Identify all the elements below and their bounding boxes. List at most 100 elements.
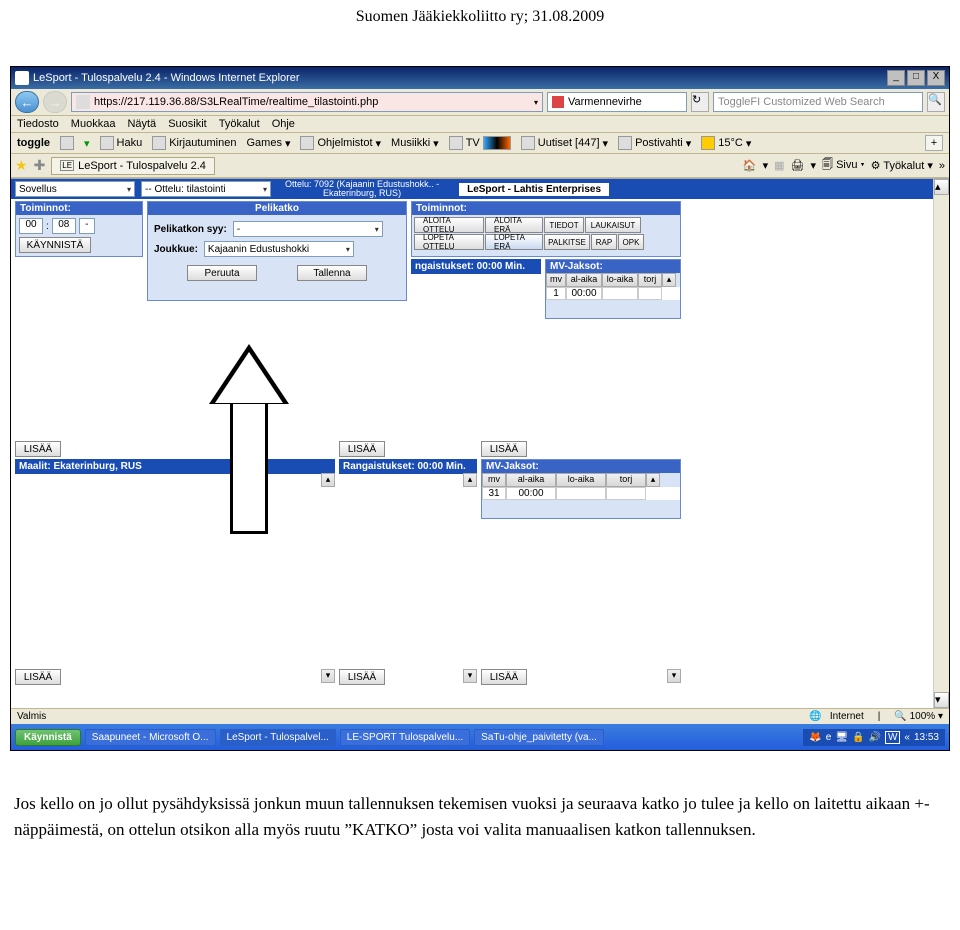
btn-aloita-ottelu[interactable]: ALOITA OTTELU [414, 217, 484, 233]
search-box[interactable]: ToggleFI Customized Web Search [713, 92, 923, 112]
feed-icon[interactable]: ▦ [774, 159, 784, 172]
minimize-button[interactable]: _ [887, 70, 905, 86]
rang-scroll-up[interactable]: ▴ [463, 473, 477, 487]
tallenna-button[interactable]: Tallenna [297, 265, 367, 281]
ie-icon [15, 71, 29, 85]
back-button[interactable]: ← [15, 91, 39, 113]
time-sec-input[interactable]: 08 [52, 218, 76, 234]
btn-palkitse[interactable]: PALKITSE [544, 234, 590, 250]
start-button[interactable]: Käynnistä [15, 729, 81, 746]
time-dash[interactable]: - [79, 218, 95, 234]
btn-opk[interactable]: OPK [618, 234, 644, 250]
forward-button: → [43, 91, 67, 113]
maalit-scroll-dn[interactable]: ▾ [321, 669, 335, 683]
classic-menu: Tiedosto Muokkaa Näytä Suosikit Työkalut… [11, 116, 949, 133]
tb-games[interactable]: Games [246, 137, 281, 149]
bl1-button[interactable]: LISÄÄ [15, 669, 61, 685]
favorites-star-icon[interactable]: ★ [15, 157, 28, 174]
ottelu-dropdown[interactable]: -- Ottelu: tilastointi▾ [141, 181, 271, 197]
rang-scroll-dn[interactable]: ▾ [463, 669, 477, 683]
tb-login[interactable]: Kirjautuminen [169, 137, 236, 149]
zoom-text[interactable]: 🔍 100% ▾ [894, 711, 943, 722]
left-toiminnot-header: Toiminnot: [16, 202, 142, 215]
right-lisaa-button[interactable]: LISÄÄ [481, 441, 527, 457]
cert-error-icon [552, 96, 564, 108]
mv-row1-mv[interactable]: 1 [546, 287, 566, 300]
rang-header-upper: ngaistukset: 00:00 Min. [411, 259, 541, 274]
page-content: Sovellus▾ -- Ottelu: tilastointi▾ Ottelu… [11, 178, 949, 708]
peruuta-button[interactable]: Peruuta [187, 265, 257, 281]
search-go-button[interactable]: 🔍 [927, 92, 945, 112]
address-bar-row: ← → https://217.119.36.88/S3LRealTime/re… [11, 89, 949, 116]
joukkue-label: Joukkue: [154, 244, 198, 255]
tb-weather[interactable]: 15°C [718, 137, 743, 149]
menu-help[interactable]: Ohje [272, 118, 295, 130]
syy-dropdown[interactable]: -▾ [233, 221, 383, 237]
left-lisaa-button[interactable]: LISÄÄ [15, 441, 61, 457]
add-fav-icon[interactable]: ✚ [34, 157, 46, 174]
screenshot-window: LeSport - Tulospalvelu 2.4 - Windows Int… [10, 66, 950, 751]
mv-row2-al[interactable]: 00:00 [506, 487, 556, 500]
menu-tools[interactable]: Työkalut [219, 118, 260, 130]
menu-file[interactable]: Tiedosto [17, 118, 59, 130]
btn-lopeta-era[interactable]: LOPETA ERÄ [485, 234, 543, 250]
tb-ohj[interactable]: Ohjelmistot [317, 137, 372, 149]
task-word[interactable]: SaTu-ohje_paivitetty (va... [474, 729, 604, 746]
right-lisaa-bar: LISÄÄ [481, 441, 527, 457]
address-bar[interactable]: https://217.119.36.88/S3LRealTime/realti… [71, 92, 543, 112]
task-lesport[interactable]: LeSport - Tulospalvel... [220, 729, 336, 746]
url-text: https://217.119.36.88/S3LRealTime/realti… [94, 96, 378, 108]
print-icon[interactable]: 🖨 [791, 159, 805, 172]
maximize-button[interactable]: □ [907, 70, 925, 86]
content-scrollbar[interactable]: ▴▾ [933, 179, 949, 708]
btn-tiedot[interactable]: TIEDOT [544, 217, 584, 233]
left-toiminnot-panel: Toiminnot: 00: 08 - KÄYNNISTÄ [15, 201, 143, 257]
security-status[interactable]: Varmennevirhe [547, 92, 687, 112]
page-menu[interactable]: 🗐 Sivu ▾ [822, 156, 865, 175]
btn-aloita-era[interactable]: ALOITA ERÄ [485, 217, 543, 233]
close-button[interactable]: X [927, 70, 945, 86]
home-icon[interactable]: 🏠 [743, 159, 757, 172]
tb-news[interactable]: Uutiset [447] [538, 137, 600, 149]
menu-edit[interactable]: Muokkaa [71, 118, 116, 130]
tb-mail[interactable]: Postivahti [635, 137, 683, 149]
task-lesport2[interactable]: LE-SPORT Tulospalvelu... [340, 729, 470, 746]
tab-favicon: LE [60, 160, 74, 171]
mv-row1-al[interactable]: 00:00 [566, 287, 602, 300]
btn-laukaisut[interactable]: LAUKAISUT [585, 217, 641, 233]
task-outlook[interactable]: Saapuneet - Microsoft O... [85, 729, 216, 746]
maalit-scroll-up[interactable]: ▴ [321, 473, 335, 487]
mv-scroll-up[interactable]: ▴ [662, 273, 676, 287]
refresh-button[interactable]: ↻ [691, 92, 709, 112]
tb-tv[interactable]: TV [466, 137, 480, 149]
security-text: Varmennevirhe [568, 96, 642, 108]
tab-lesport[interactable]: LE LeSport - Tulospalvelu 2.4 [51, 157, 215, 175]
mv-panel-lower: MV-Jaksot: mv al-aika lo-aika torj ▴ 31 … [481, 459, 681, 519]
toolbar-add-button[interactable]: + [925, 135, 943, 151]
joukkue-dropdown[interactable]: Kajaanin Edustushokki▾ [204, 241, 354, 257]
tb-musiikki[interactable]: Musiikki [391, 137, 430, 149]
kaynnista-button[interactable]: KÄYNNISTÄ [19, 237, 91, 253]
time-min-input[interactable]: 00 [19, 218, 43, 234]
center-lisaa-button[interactable]: LISÄÄ [339, 441, 385, 457]
weather-icon [701, 136, 715, 150]
tools-menu[interactable]: ⚙ Työkalut ▾ [871, 159, 933, 172]
tb-haku[interactable]: Haku [117, 137, 143, 149]
system-tray[interactable]: 🦊e🖥🔒🔊W « 13:53 [803, 729, 945, 746]
btn-rap[interactable]: RAP [591, 234, 617, 250]
mv2-scroll-up[interactable]: ▴ [646, 473, 660, 487]
search-placeholder: ToggleFI Customized Web Search [718, 96, 885, 108]
mail-icon [618, 136, 632, 150]
toggle-search-icon[interactable] [60, 136, 74, 150]
menu-view[interactable]: Näytä [127, 118, 156, 130]
overflow[interactable]: » [939, 160, 945, 172]
tab-strip: ★ ✚ LE LeSport - Tulospalvelu 2.4 🏠▾ ▦ 🖨… [11, 154, 949, 178]
btn-lopeta-ottelu[interactable]: LOPETA OTTELU [414, 234, 484, 250]
sovellus-dropdown[interactable]: Sovellus▾ [15, 181, 135, 197]
bl2-button[interactable]: LISÄÄ [339, 669, 385, 685]
rang-header-lower: Rangaistukset: 00:00 Min. [339, 459, 477, 474]
mv2-scroll-dn[interactable]: ▾ [667, 669, 681, 683]
menu-fav[interactable]: Suosikit [168, 118, 207, 130]
mv-row2-mv[interactable]: 31 [482, 487, 506, 500]
bl3-button[interactable]: LISÄÄ [481, 669, 527, 685]
